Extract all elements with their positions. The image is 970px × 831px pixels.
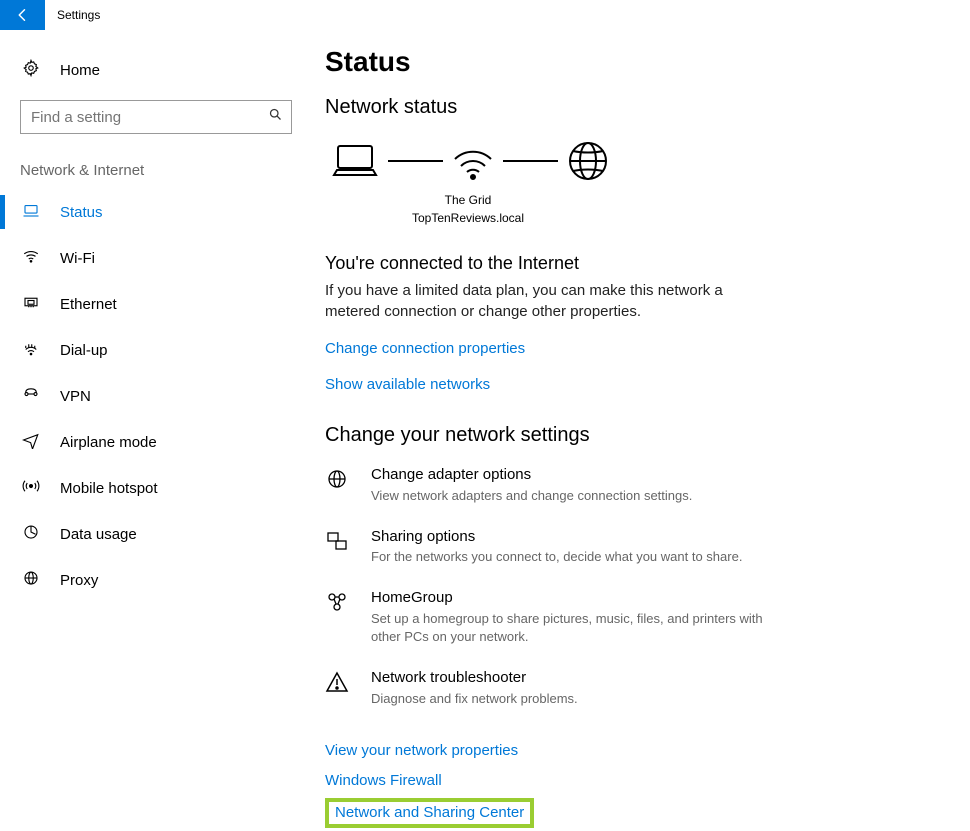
dialup-icon [20,339,42,361]
status-icon [20,201,42,223]
nav-label: Status [60,204,103,221]
laptop-icon [330,141,380,181]
wifi-caption: The Grid TopTenReviews.local [323,191,613,227]
proxy-icon [20,569,42,591]
highlight-box: Network and Sharing Center [325,798,534,828]
sharing-icon [325,527,351,558]
wifi-icon [20,247,42,269]
connection-line [388,160,443,162]
option-adapter[interactable]: Change adapter options View network adap… [325,465,940,505]
option-desc: View network adapters and change connect… [371,487,692,505]
body: Home Network & Internet Status [0,30,970,831]
option-troubleshooter[interactable]: Network troubleshooter Diagnose and fix … [325,668,940,708]
page-title: Status [325,46,940,78]
search-box[interactable] [20,100,292,134]
connection-line [503,160,558,162]
option-title: HomeGroup [371,588,791,608]
nav-airplane[interactable]: Airplane mode [0,419,275,465]
link-network-sharing-center[interactable]: Network and Sharing Center [335,804,524,821]
adapter-icon [325,465,351,496]
nav-vpn[interactable]: VPN [0,373,275,419]
nav-status[interactable]: Status [0,189,275,235]
ethernet-icon [20,293,42,315]
connected-desc: If you have a limited data plan, you can… [325,280,745,322]
window-title: Settings [45,0,112,30]
nav-ethernet[interactable]: Ethernet [0,281,275,327]
nav-label: Airplane mode [60,434,157,451]
change-settings-heading: Change your network settings [325,424,940,447]
option-title: Network troubleshooter [371,668,578,688]
link-show-available[interactable]: Show available networks [325,376,490,393]
arrow-left-icon [14,6,32,24]
globe-icon [566,139,610,183]
nav-hotspot[interactable]: Mobile hotspot [0,465,275,511]
wifi-big-icon [451,141,495,181]
settings-window: Settings Home Network & Internet [0,0,970,831]
gear-icon [20,59,42,81]
datausage-icon [20,523,42,545]
troubleshoot-icon [325,668,351,699]
network-status-heading: Network status [325,96,940,119]
home-label: Home [60,62,100,79]
content: Status Network status The Grid [295,30,970,831]
nav-dialup[interactable]: Dial-up [0,327,275,373]
link-firewall[interactable]: Windows Firewall [325,772,442,789]
sidebar: Home Network & Internet Status [0,30,295,831]
airplane-icon [20,431,42,453]
nav-list: Status Wi-Fi Ethernet [0,189,275,603]
wifi-block [451,141,495,181]
nav-label: Wi-Fi [60,250,95,267]
search-input[interactable] [29,108,268,127]
titlebar: Settings [0,0,970,30]
homegroup-icon [325,588,351,619]
nav-label: VPN [60,388,91,405]
network-diagram [325,139,940,183]
nav-label: Proxy [60,572,98,589]
option-desc: Set up a homegroup to share pictures, mu… [371,610,791,646]
sidebar-home[interactable]: Home [20,50,275,90]
nav-datausage[interactable]: Data usage [0,511,275,557]
option-sharing[interactable]: Sharing options For the networks you con… [325,527,940,567]
link-view-properties[interactable]: View your network properties [325,742,518,759]
option-homegroup[interactable]: HomeGroup Set up a homegroup to share pi… [325,588,940,646]
nav-label: Ethernet [60,296,117,313]
connected-heading: You're connected to the Internet [325,253,940,274]
hotspot-icon [20,477,42,499]
category-label: Network & Internet [20,162,275,179]
nav-label: Mobile hotspot [60,480,158,497]
wifi-domain: TopTenReviews.local [323,209,613,227]
vpn-icon [20,385,42,407]
option-desc: For the networks you connect to, decide … [371,548,742,566]
nav-wifi[interactable]: Wi-Fi [0,235,275,281]
option-title: Change adapter options [371,465,692,485]
search-icon [268,107,283,127]
link-change-connection[interactable]: Change connection properties [325,340,525,357]
back-button[interactable] [0,0,45,30]
nav-label: Data usage [60,526,137,543]
wifi-name: The Grid [323,191,613,209]
option-title: Sharing options [371,527,742,547]
nav-label: Dial-up [60,342,108,359]
nav-proxy[interactable]: Proxy [0,557,275,603]
option-desc: Diagnose and fix network problems. [371,690,578,708]
